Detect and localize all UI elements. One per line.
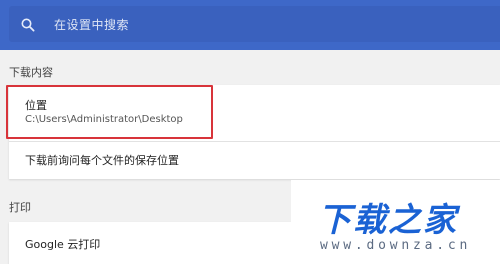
search-icon[interactable] (21, 17, 35, 32)
watermark-url: www.downza.cn (320, 238, 472, 253)
search-placeholder[interactable]: 在设置中搜索 (54, 16, 129, 33)
settings-top-bar: 在设置中搜索 (0, 0, 500, 50)
row-divider (9, 141, 500, 142)
ask-where-to-save-label[interactable]: 下载前询问每个文件的保存位置 (25, 152, 179, 168)
settings-search-box[interactable]: 在设置中搜索 (9, 6, 500, 42)
downloads-section-title: 下载内容 (9, 66, 53, 79)
watermark-logo: 下载之家 (318, 200, 458, 239)
printing-section-title: 打印 (9, 201, 31, 214)
google-cloud-print-label[interactable]: Google 云打印 (25, 236, 100, 252)
download-location-highlight (6, 85, 213, 139)
